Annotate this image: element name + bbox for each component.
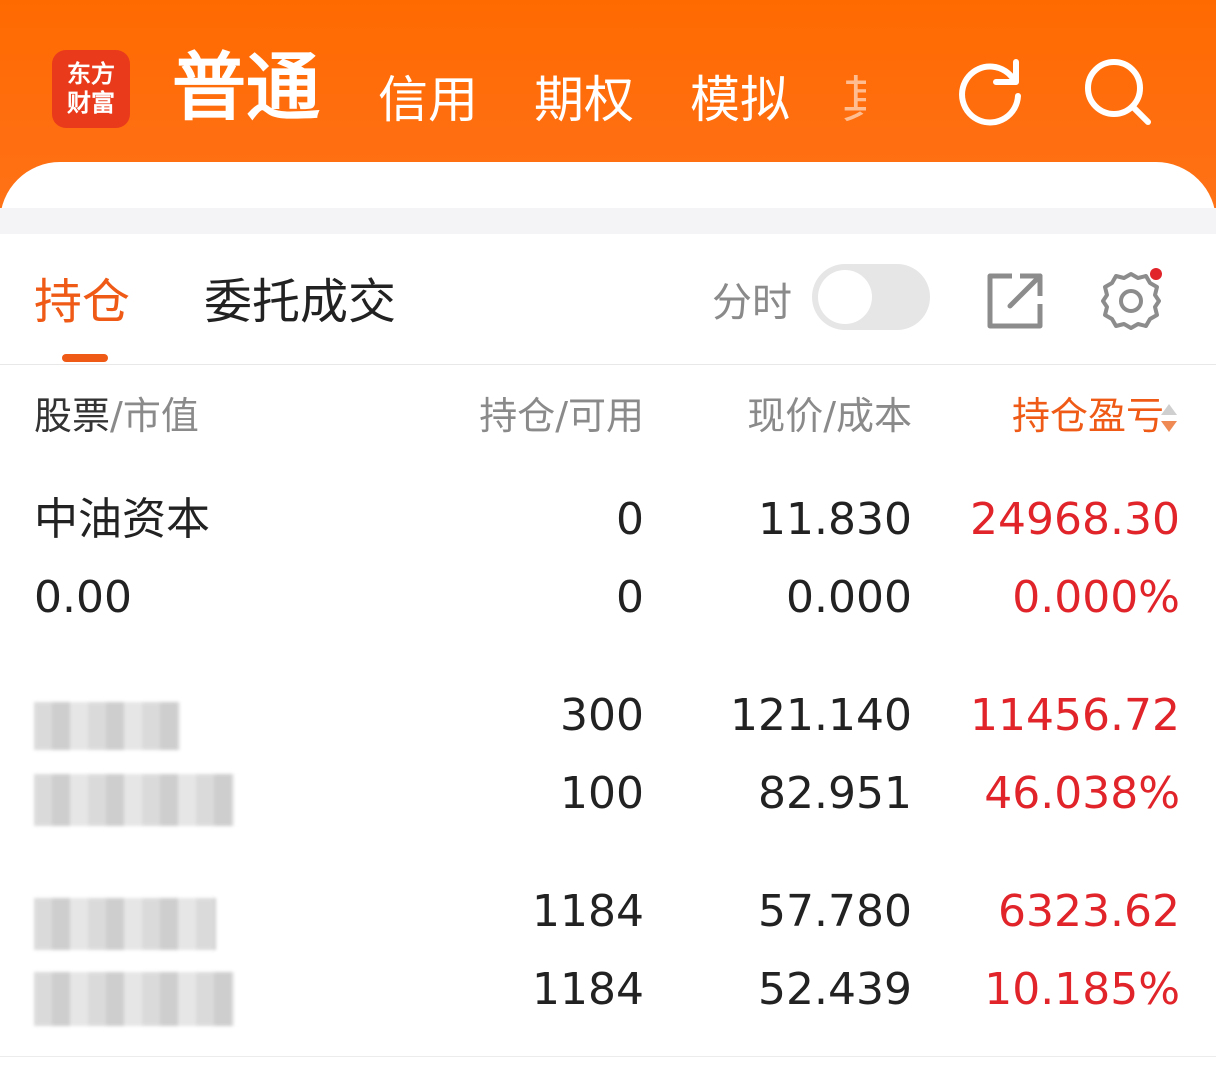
position-pl-pct: 0.000% — [1012, 572, 1180, 623]
search-button[interactable] — [1078, 52, 1158, 132]
toggle-knob — [818, 270, 872, 324]
page: 东方 财富 普通 信用 期权 模拟 其 持仓 委托成交 — [0, 0, 1216, 1092]
obscured-stock-name — [34, 898, 216, 950]
sort-icon[interactable] — [1158, 400, 1180, 436]
holding-row[interactable]: 1184 1184 57.780 52.439 6323.62 10.185% — [0, 860, 1216, 1057]
position-pl: 24968.30 — [970, 494, 1180, 545]
col-market-value: /市值 — [110, 394, 199, 438]
position-pl: 11456.72 — [970, 690, 1180, 741]
holding-qty: 0 — [616, 494, 644, 545]
tab-positions[interactable]: 持仓 — [34, 274, 130, 330]
tab-moni[interactable]: 模拟 — [690, 70, 790, 130]
current-price: 11.830 — [758, 494, 912, 545]
tab-orders-trades[interactable]: 委托成交 — [204, 274, 396, 330]
position-pl: 6323.62 — [998, 886, 1180, 937]
available-qty: 0 — [616, 572, 644, 623]
col-stock: 股票 — [34, 394, 111, 438]
refresh-button[interactable] — [952, 52, 1032, 132]
settings-button[interactable] — [1098, 268, 1164, 334]
holding-row[interactable]: 300 100 121.140 82.951 11456.72 46.038% — [0, 664, 1216, 861]
notification-dot — [1150, 268, 1162, 280]
fenshi-toggle-label: 分时 — [712, 280, 792, 326]
obscured-market-value — [34, 972, 234, 1026]
position-pl-pct: 46.038% — [984, 768, 1180, 819]
holding-qty: 1184 — [532, 886, 644, 937]
col-stock-marketvalue: 股票/市值 — [34, 392, 199, 440]
tab-putong[interactable]: 普通 — [172, 46, 320, 130]
gear-icon — [1101, 268, 1162, 330]
stock-name: 中油资本 — [34, 494, 210, 545]
search-icon — [1085, 59, 1151, 125]
available-qty: 100 — [560, 768, 644, 819]
account-type-tabs: 普通 信用 期权 模拟 其 — [0, 0, 1216, 160]
tab-more-clipped[interactable]: 其 — [842, 70, 866, 130]
current-price: 57.780 — [758, 886, 912, 937]
section-divider — [0, 208, 1216, 234]
market-value: 0.00 — [34, 572, 132, 623]
position-tabs-bar: 持仓 委托成交 分时 — [0, 234, 1216, 365]
cost-price: 0.000 — [786, 572, 912, 623]
fenshi-toggle[interactable] — [812, 264, 930, 330]
refresh-icon — [959, 59, 1021, 126]
obscured-stock-name — [34, 702, 180, 750]
share-button[interactable] — [986, 272, 1044, 330]
col-position-pl[interactable]: 持仓盈亏 — [1012, 392, 1164, 440]
obscured-market-value — [34, 774, 234, 826]
cost-price: 82.951 — [758, 768, 912, 819]
available-qty: 1184 — [532, 964, 644, 1015]
active-tab-indicator — [62, 354, 108, 362]
col-holding-available: 持仓/可用 — [479, 394, 644, 438]
current-price: 121.140 — [730, 690, 912, 741]
external-link-icon — [987, 273, 1043, 329]
holding-qty: 300 — [560, 690, 644, 741]
position-pl-pct: 10.185% — [984, 964, 1180, 1015]
holdings-table-header: 股票/市值 持仓/可用 现价/成本 持仓盈亏 — [0, 372, 1216, 464]
col-price-cost: 现价/成本 — [747, 394, 912, 438]
cost-price: 52.439 — [758, 964, 912, 1015]
tab-qiquan[interactable]: 期权 — [534, 70, 634, 130]
holding-row[interactable]: 中油资本 0.00 0 0 11.830 0.000 24968.30 0.00… — [0, 468, 1216, 665]
tab-xinyong[interactable]: 信用 — [378, 70, 478, 130]
